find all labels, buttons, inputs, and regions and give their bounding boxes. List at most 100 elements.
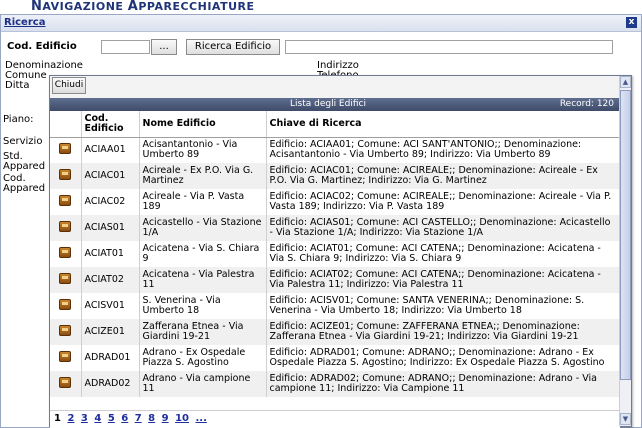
table-title-bar: Lista degli Edifici Record: 120 — [50, 98, 620, 111]
scroll-up-icon[interactable]: ▲ — [620, 76, 631, 88]
building-icon[interactable] — [59, 376, 72, 388]
column-header-code: Cod. Edificio — [81, 111, 140, 138]
icon-column-header — [50, 111, 82, 138]
row-code: ADRAD01 — [81, 345, 140, 371]
page-link[interactable]: 4 — [94, 413, 101, 424]
building-icon[interactable] — [59, 246, 72, 258]
row-key: Edificio: ACIAS01; Comune: ACI CASTELLO;… — [266, 215, 620, 241]
building-icon[interactable] — [59, 272, 72, 284]
table-row[interactable]: ACIAC02 Acireale - Via P. Vasta 189 Edif… — [50, 189, 620, 215]
cod-edificio-label: Cod. Edificio — [7, 41, 77, 52]
table-title: Lista degli Edifici — [290, 99, 366, 109]
building-icon[interactable] — [59, 298, 72, 310]
page-link[interactable]: 2 — [67, 413, 74, 424]
row-name: Acicatena - Via Palestra 11 — [139, 267, 267, 293]
servizio-label: Servizio — [3, 136, 43, 147]
row-icon-cell — [50, 189, 82, 215]
chiudi-button[interactable]: Chiudi — [52, 77, 86, 94]
page-link[interactable]: 8 — [148, 413, 155, 424]
page-link[interactable]: 3 — [81, 413, 88, 424]
row-icon-cell — [50, 215, 82, 241]
cod-edificio-input[interactable] — [101, 40, 150, 54]
building-icon[interactable] — [59, 168, 72, 180]
row-key: Edificio: ACIAA01; Comune: ACI SANT'ANTO… — [266, 137, 620, 163]
row-key: Edificio: ACIAC02; Comune: ACIREALE;; De… — [266, 189, 620, 215]
scroll-thumb[interactable] — [620, 90, 631, 380]
row-code: ACIAT02 — [81, 267, 140, 293]
page-link[interactable]: 7 — [135, 413, 142, 424]
row-code: ACIZE01 — [81, 319, 140, 345]
page-link[interactable]: 9 — [162, 413, 169, 424]
table-row[interactable]: ACIAA01 Acisantantonio - Via Umberto 89 … — [50, 137, 620, 163]
row-name: S. Venerina - Via Umberto 18 — [139, 293, 267, 319]
std-label-2: Appared — [3, 161, 46, 172]
edifici-popup: Chiudi Lista degli Edifici Record: 120 C… — [49, 75, 632, 428]
building-icon[interactable] — [59, 220, 72, 232]
row-icon-cell — [50, 371, 82, 397]
table-row[interactable]: ACIAS01 Acicastello - Via Stazione 1/A E… — [50, 215, 620, 241]
table-row[interactable]: ACIAC01 Acireale - Ex P.O. Via G. Martin… — [50, 163, 620, 189]
row-name: Acireale - Via P. Vasta 189 — [139, 189, 267, 215]
row-key: Edificio: ACIAC01; Comune: ACIREALE;; De… — [266, 163, 620, 189]
building-icon[interactable] — [59, 143, 72, 154]
page-link-more[interactable]: ... — [195, 413, 206, 424]
row-code: ACISV01 — [81, 293, 140, 319]
row-icon-cell — [50, 293, 82, 319]
lookup-button[interactable]: ... — [151, 39, 177, 55]
column-header-key: Chiave di Ricerca — [266, 111, 620, 138]
row-icon-cell — [50, 267, 82, 293]
row-icon-cell — [50, 319, 82, 345]
row-icon-cell — [50, 163, 82, 189]
page-link[interactable]: 6 — [121, 413, 128, 424]
ditta-label: Ditta — [5, 80, 30, 91]
row-key: Edificio: ACIAT02; Comune: ACI CATENA;; … — [266, 267, 620, 293]
row-name: Adrano - Ex Ospedale Piazza S. Agostino — [139, 345, 267, 371]
row-code: ADRAD02 — [81, 371, 140, 397]
row-icon-cell — [50, 137, 82, 163]
row-name: Acisantantonio - Via Umberto 89 — [139, 137, 267, 163]
edificio-name-input[interactable] — [285, 40, 613, 54]
row-code: ACIAC02 — [81, 189, 140, 215]
pagination: 1 2 3 4 5 6 7 8 9 10 ... — [50, 410, 620, 428]
table-row[interactable]: ACIAT01 Acicatena - Via S. Chiara 9 Edif… — [50, 241, 620, 267]
column-header-name: Nome Edificio — [139, 111, 267, 138]
table-header-row: Cod. Edificio Nome Edificio Chiave di Ri… — [50, 111, 620, 138]
piano-label: Piano: — [3, 114, 34, 125]
row-icon-cell — [50, 345, 82, 371]
search-header: Ricerca x — [1, 15, 641, 32]
row-code: ACIAC01 — [81, 163, 140, 189]
row-name: Zafferana Etnea - Via Giardini 19-21 — [139, 319, 267, 345]
page-link[interactable]: 5 — [108, 413, 115, 424]
building-icon[interactable] — [59, 194, 72, 206]
row-icon-cell — [50, 241, 82, 267]
close-icon[interactable]: x — [626, 17, 637, 28]
page-link[interactable]: 10 — [175, 413, 189, 424]
edifici-table-container: Lista degli Edifici Record: 120 Cod. Edi… — [50, 98, 620, 428]
row-name: Acicastello - Via Stazione 1/A — [139, 215, 267, 241]
table-row[interactable]: ACIZE01 Zafferana Etnea - Via Giardini 1… — [50, 319, 620, 345]
row-key: Edificio: ADRAD02; Comune: ADRANO;; Deno… — [266, 371, 620, 397]
search-header-link[interactable]: Ricerca — [4, 17, 45, 28]
edifici-table: Cod. Edificio Nome Edificio Chiave di Ri… — [50, 111, 620, 397]
row-name: Adrano - Via campione 11 — [139, 371, 267, 397]
row-code: ACIAA01 — [81, 137, 140, 163]
row-name: Acireale - Ex P.O. Via G. Martinez — [139, 163, 267, 189]
row-code: ACIAS01 — [81, 215, 140, 241]
row-key: Edificio: ADRAD01; Comune: ADRANO;; Deno… — [266, 345, 620, 371]
table-row[interactable]: ACIAT02 Acicatena - Via Palestra 11 Edif… — [50, 267, 620, 293]
table-row[interactable]: ADRAD01 Adrano - Ex Ospedale Piazza S. A… — [50, 345, 620, 371]
record-count: Record: 120 — [559, 99, 614, 109]
scroll-down-icon[interactable]: ▼ — [620, 413, 631, 425]
table-row[interactable]: ADRAD02 Adrano - Via campione 11 Edifici… — [50, 371, 620, 397]
vertical-scrollbar[interactable]: ▲ ▼ — [619, 76, 631, 426]
building-icon[interactable] — [59, 324, 72, 336]
ricerca-edificio-button[interactable]: Ricerca Edificio — [186, 39, 280, 55]
row-key: Edificio: ACISV01; Comune: SANTA VENERIN… — [266, 293, 620, 319]
building-icon[interactable] — [59, 350, 72, 362]
page-link-current: 1 — [54, 413, 61, 424]
cod-app-label-2: Appared — [3, 183, 46, 194]
row-key: Edificio: ACIAT01; Comune: ACI CATENA;; … — [266, 241, 620, 267]
table-row[interactable]: ACISV01 S. Venerina - Via Umberto 18 Edi… — [50, 293, 620, 319]
row-code: ACIAT01 — [81, 241, 140, 267]
app-title: NAVIGAZIONE APPARECCHIATURE — [31, 0, 255, 14]
